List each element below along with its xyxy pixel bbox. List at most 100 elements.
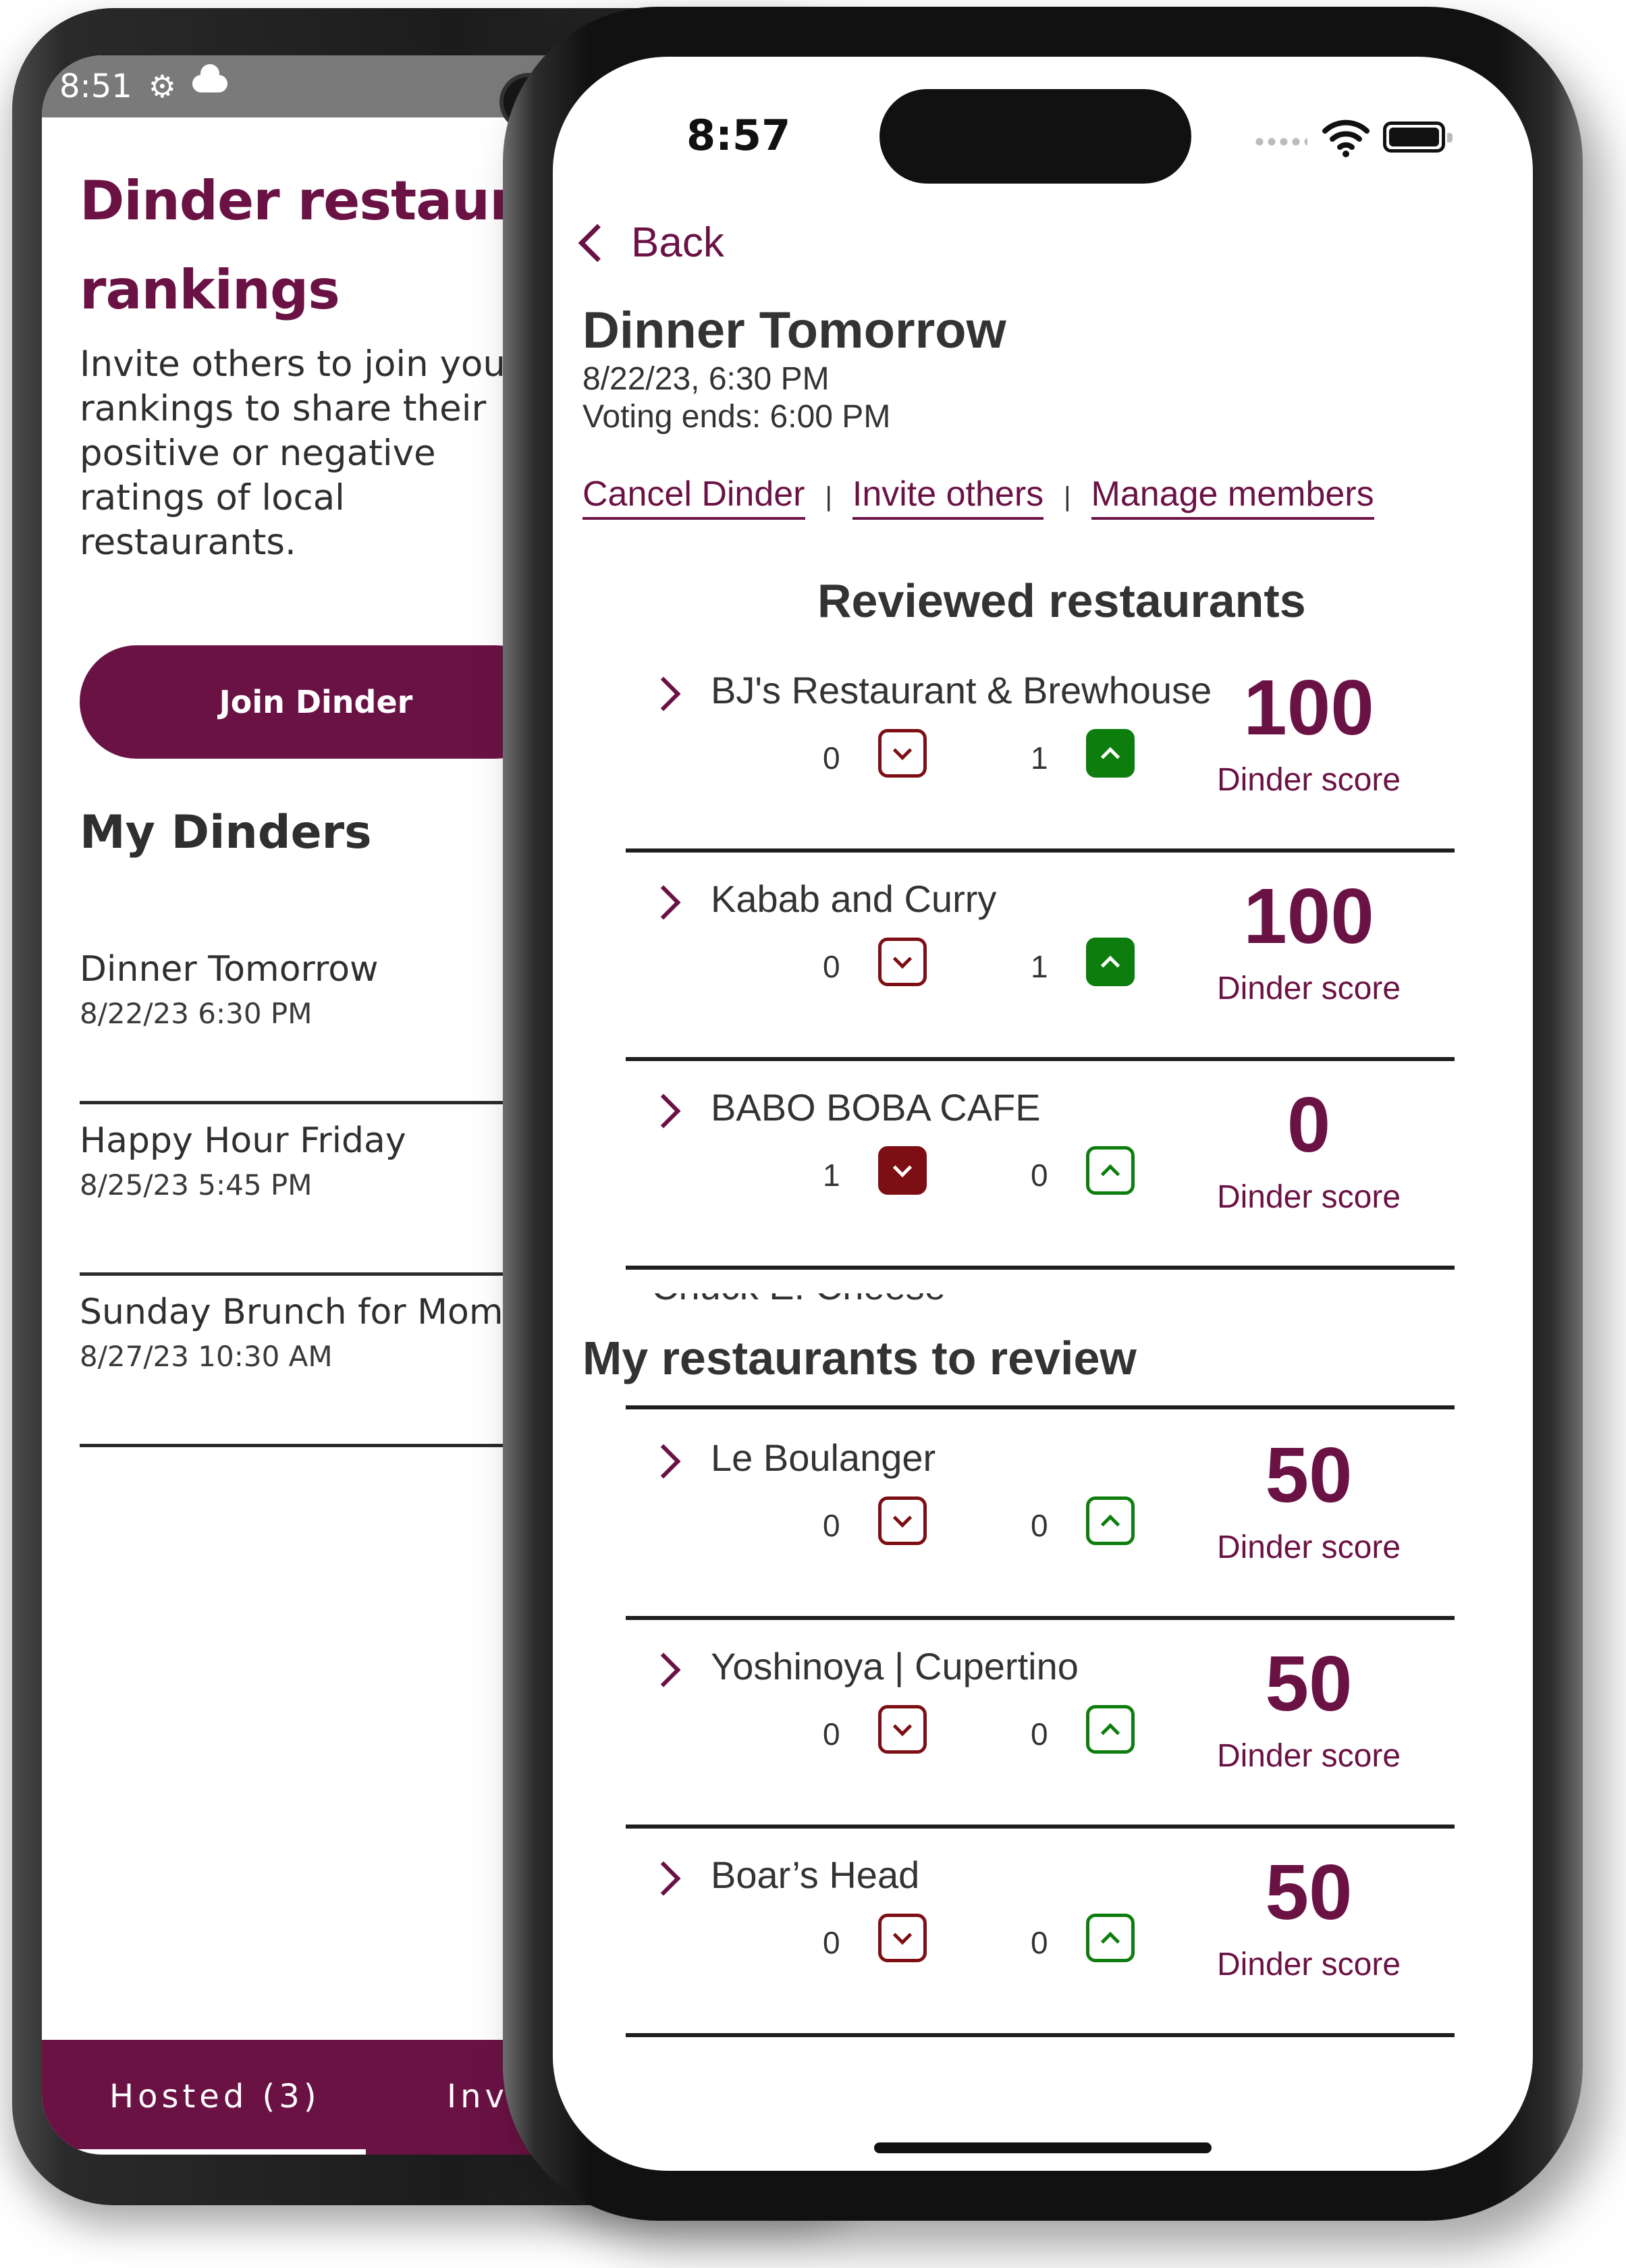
upvote-button[interactable] bbox=[1086, 1146, 1135, 1195]
iphone-screen: 8:57 Back Dinner Tomorrow 8/22/23, 6:30 … bbox=[553, 57, 1533, 2171]
my-dinders-heading: My Dinders bbox=[80, 806, 372, 859]
dinder-score-label: Dinder score bbox=[1216, 1179, 1401, 1215]
downvote-button[interactable] bbox=[878, 1496, 927, 1545]
to-review-list: Le Boulanger 0 0 50 Dinder score Yoshino… bbox=[553, 1417, 1533, 2043]
row-divider bbox=[626, 1057, 1455, 1061]
downvote-button[interactable] bbox=[878, 1146, 927, 1195]
dinder-score: 50 bbox=[1265, 1848, 1353, 1936]
row-divider bbox=[626, 1825, 1455, 1829]
downvote-button[interactable] bbox=[878, 938, 927, 986]
back-label: Back bbox=[631, 219, 724, 266]
chevron-down-icon bbox=[892, 740, 913, 761]
restaurant-name: BJ's Restaurant & Brewhouse bbox=[711, 669, 1212, 711]
voting-ends: Voting ends: 6:00 PM bbox=[582, 399, 891, 435]
restaurant-row[interactable]: Boar’s Head 0 0 50 Dinder score bbox=[553, 1834, 1533, 2043]
row-divider bbox=[626, 1266, 1455, 1270]
upvote-count: 1 bbox=[1031, 740, 1048, 776]
upvote-button[interactable] bbox=[1086, 1496, 1135, 1545]
chevron-up-icon bbox=[1100, 1931, 1120, 1951]
dinder-datetime: 8/22/23, 6:30 PM bbox=[582, 361, 830, 397]
chevron-down-icon bbox=[892, 1925, 913, 1945]
page-subtitle: Invite others to join your rankings to s… bbox=[80, 344, 520, 563]
downvote-count: 1 bbox=[823, 1158, 840, 1193]
upvote-count: 1 bbox=[1031, 949, 1048, 984]
upvote-button[interactable] bbox=[1086, 1705, 1135, 1754]
battery-icon bbox=[1383, 122, 1453, 153]
downvote-button[interactable] bbox=[878, 1914, 927, 1962]
dinder-score-label: Dinder score bbox=[1216, 1947, 1401, 1982]
restaurant-row[interactable]: Yoshinoya | Cupertino 0 0 50 Dinder scor… bbox=[553, 1625, 1533, 1834]
dinder-score-label: Dinder score bbox=[1216, 1530, 1401, 1565]
downvote-count: 0 bbox=[823, 1508, 840, 1543]
chevron-right-icon[interactable] bbox=[646, 1444, 681, 1479]
invite-others-link[interactable]: Invite others bbox=[852, 474, 1044, 520]
downvote-count: 0 bbox=[823, 949, 840, 984]
restaurant-row[interactable]: BABO BOBA CAFE 1 0 0 Dinder score bbox=[553, 1066, 1533, 1275]
android-status-time: 8:51 bbox=[59, 68, 132, 105]
downvote-count: 0 bbox=[823, 740, 840, 776]
row-divider bbox=[626, 1616, 1455, 1620]
dinder-score: 100 bbox=[1243, 664, 1374, 751]
join-dinder-button[interactable]: Join Dinder bbox=[80, 645, 552, 759]
scrolled-restaurant-peek: Chuck E. Cheese bbox=[651, 1293, 955, 1310]
dinder-score: 50 bbox=[1265, 1431, 1353, 1519]
chevron-up-icon bbox=[1100, 747, 1120, 767]
upvote-count: 0 bbox=[1031, 1717, 1048, 1752]
restaurant-name: Kabab and Curry bbox=[711, 878, 997, 920]
dinder-meta: 8/22/23, 6:30 PM Voting ends: 6:00 PM bbox=[582, 360, 890, 436]
upvote-button[interactable] bbox=[1086, 938, 1135, 986]
restaurant-row[interactable]: Kabab and Curry 0 1 100 Dinder score bbox=[553, 858, 1533, 1066]
dinder-score-label: Dinder score bbox=[1216, 762, 1401, 798]
downvote-count: 0 bbox=[823, 1925, 840, 1960]
dinder-score: 0 bbox=[1286, 1081, 1331, 1168]
manage-members-link[interactable]: Manage members bbox=[1091, 474, 1374, 520]
restaurant-name: BABO BOBA CAFE bbox=[711, 1086, 1041, 1129]
to-review-heading: My restaurants to review bbox=[582, 1332, 1137, 1384]
downvote-button[interactable] bbox=[878, 729, 927, 778]
restaurant-name: Yoshinoya | Cupertino bbox=[711, 1645, 1079, 1688]
iphone-device-frame: 8:57 Back Dinner Tomorrow 8/22/23, 6:30 … bbox=[503, 7, 1583, 2221]
dinder-title: Dinner Tomorrow bbox=[582, 302, 1006, 359]
chevron-right-icon[interactable] bbox=[646, 1861, 681, 1896]
upvote-button[interactable] bbox=[1086, 1914, 1135, 1962]
downvote-button[interactable] bbox=[878, 1705, 927, 1754]
signal-icon bbox=[1253, 138, 1307, 146]
restaurant-row[interactable]: BJ's Restaurant & Brewhouse 0 1 100 Dind… bbox=[553, 649, 1533, 858]
chevron-up-icon bbox=[1100, 1514, 1120, 1534]
chevron-right-icon[interactable] bbox=[646, 885, 681, 920]
restaurant-name: Boar’s Head bbox=[711, 1854, 920, 1896]
dinder-score: 50 bbox=[1265, 1640, 1353, 1727]
upvote-count: 0 bbox=[1031, 1925, 1048, 1960]
chevron-up-icon bbox=[1100, 1723, 1120, 1743]
tab-hosted[interactable]: Hosted (3) bbox=[109, 2078, 321, 2115]
chevron-down-icon bbox=[892, 949, 913, 969]
dinder-score-label: Dinder score bbox=[1216, 971, 1401, 1006]
link-separator: | bbox=[825, 481, 832, 512]
upvote-count: 0 bbox=[1031, 1508, 1048, 1543]
chevron-right-icon[interactable] bbox=[646, 676, 681, 711]
cloud-icon bbox=[192, 64, 228, 92]
ios-status-time: 8:57 bbox=[686, 111, 791, 160]
cancel-dinder-link[interactable]: Cancel Dinder bbox=[582, 474, 805, 520]
upvote-count: 0 bbox=[1031, 1158, 1048, 1193]
dinder-actions: Cancel Dinder | Invite others | Manage m… bbox=[582, 474, 1374, 520]
link-separator: | bbox=[1064, 481, 1071, 512]
chevron-left-icon bbox=[578, 223, 617, 262]
gear-icon: ⚙ bbox=[148, 68, 177, 105]
chevron-right-icon[interactable] bbox=[646, 1652, 681, 1688]
wifi-icon bbox=[1322, 119, 1370, 157]
row-divider bbox=[626, 848, 1455, 853]
reviewed-list: BJ's Restaurant & Brewhouse 0 1 100 Dind… bbox=[553, 649, 1533, 1275]
chevron-right-icon[interactable] bbox=[646, 1094, 681, 1129]
downvote-count: 0 bbox=[823, 1717, 840, 1752]
reviewed-heading: Reviewed restaurants bbox=[817, 574, 1306, 627]
restaurant-name: Le Boulanger bbox=[711, 1436, 936, 1479]
dynamic-island bbox=[879, 89, 1191, 184]
chevron-down-icon bbox=[892, 1717, 913, 1737]
upvote-button[interactable] bbox=[1086, 729, 1135, 778]
peek-restaurant-name: Chuck E. Cheese bbox=[651, 1293, 946, 1307]
chevron-up-icon bbox=[1100, 955, 1120, 975]
home-indicator[interactable] bbox=[874, 2142, 1212, 2153]
restaurant-row[interactable]: Le Boulanger 0 0 50 Dinder score bbox=[553, 1417, 1533, 1625]
back-button[interactable]: Back bbox=[574, 219, 724, 267]
